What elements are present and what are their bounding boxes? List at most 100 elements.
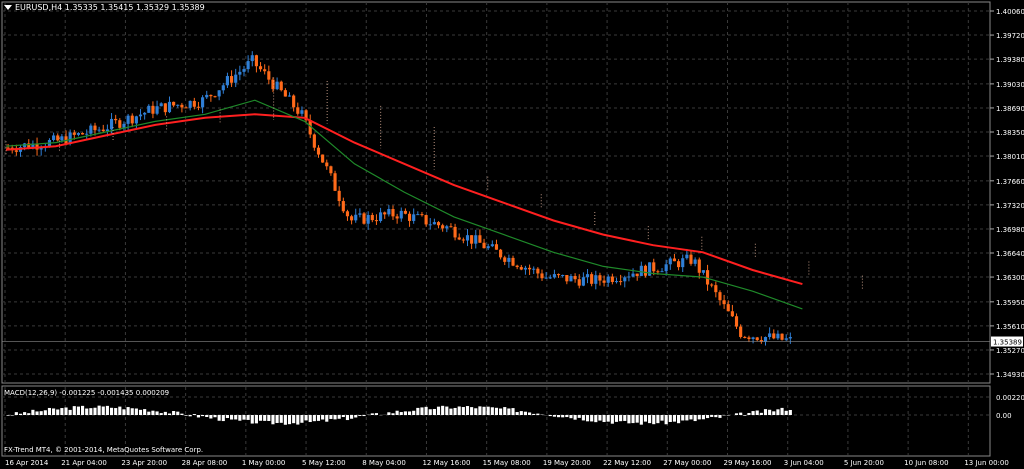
candle-body (76, 133, 81, 135)
candle-body (209, 94, 213, 97)
candle-body (300, 110, 304, 114)
macd-bar (788, 409, 792, 415)
macd-bar (784, 410, 788, 415)
time-tick-label: 28 Apr 08:00 (181, 459, 228, 467)
candle-body (329, 166, 333, 174)
candle-body (176, 104, 180, 106)
macd-bar (606, 415, 610, 422)
macd-bar (436, 406, 441, 415)
macd-bar (72, 406, 76, 415)
price-tick-label: 1.35610 (996, 323, 1024, 331)
candle-body (263, 69, 267, 72)
macd-bar (465, 406, 470, 415)
candle-body (685, 254, 689, 259)
symbol-label: EURUSD,H4 (15, 3, 63, 12)
macd-bar (391, 413, 395, 415)
macd-bar (35, 411, 39, 415)
candle-body (296, 107, 300, 114)
candle-body (412, 214, 416, 221)
macd-bar (23, 412, 27, 415)
candle-body (283, 90, 287, 97)
macd-bar (515, 412, 519, 415)
candle-body (114, 118, 118, 121)
macd-bar (631, 415, 635, 424)
candle-body (56, 135, 60, 141)
candle-body (548, 277, 552, 279)
time-tick-label: 3 Jun 04:00 (783, 459, 824, 467)
macd-tick-label: 0.00 (996, 412, 1012, 420)
time-tick-label: 27 May 00:00 (663, 459, 712, 467)
candle-body (581, 277, 585, 286)
price-tick-label: 1.38350 (996, 129, 1024, 137)
candle-body (138, 114, 143, 117)
candle-body (788, 337, 792, 339)
macd-bar (486, 406, 490, 415)
price-tick-label: 1.39030 (996, 81, 1024, 89)
macd-bar (734, 413, 739, 415)
candle-body (635, 273, 639, 277)
candle-body (254, 55, 258, 67)
candle-body (196, 106, 201, 108)
candle-body (619, 281, 623, 283)
macd-bar (619, 415, 623, 422)
candle-body (395, 216, 399, 219)
candle-body (155, 106, 159, 114)
candle-body (776, 333, 780, 339)
macd-bar (519, 411, 523, 415)
macd-bar (759, 412, 763, 415)
macd-bar (627, 415, 631, 424)
candle-body (461, 239, 465, 241)
macd-bar (93, 407, 97, 415)
price-tick-label: 1.37320 (996, 202, 1024, 210)
macd-bar (27, 413, 31, 415)
candle-body (267, 71, 271, 80)
macd-bar (362, 415, 366, 417)
candle-body (763, 337, 768, 342)
chart-header[interactable]: EURUSD,H4 1.35335 1.35415 1.35329 1.3538… (4, 3, 205, 12)
macd-bar (14, 412, 18, 415)
candle-body (130, 115, 134, 124)
macd-bar (494, 407, 499, 415)
macd-bar (130, 408, 134, 415)
macd-bar (209, 415, 213, 419)
macd-bar (643, 415, 648, 422)
candle-body (258, 66, 263, 70)
macd-bar (499, 408, 503, 415)
macd-bar (445, 406, 449, 415)
dropdown-arrow-icon[interactable] (4, 5, 12, 10)
time-tick-label: 22 May 12:00 (603, 459, 652, 467)
macd-bar (300, 415, 304, 423)
macd-bar (56, 409, 60, 415)
macd-bar (420, 407, 424, 415)
macd-bar (167, 413, 172, 415)
candle-body (672, 258, 677, 262)
macd-bar (648, 415, 652, 424)
macd-bar (188, 415, 192, 417)
macd-bar (424, 406, 428, 415)
macd-bar (490, 407, 494, 415)
candle-body (333, 173, 337, 191)
macd-label: MACD(12,26,9) (4, 389, 58, 397)
price-tick-label: 1.36300 (996, 274, 1024, 282)
current-price-label: 1.35389 (993, 339, 1022, 347)
candle-body (85, 133, 89, 135)
candle-body (536, 268, 540, 274)
macd-bar (47, 407, 52, 415)
macd-bar (163, 411, 167, 415)
price-tick-label: 1.34930 (996, 371, 1024, 379)
candle-body (366, 215, 370, 224)
candle-body (337, 190, 341, 202)
macd-bar (478, 406, 482, 415)
macd-bar (710, 415, 714, 417)
macd-bar (416, 407, 420, 415)
ohlc-values: 1.35335 1.35415 1.35329 1.35389 (64, 3, 205, 12)
candle-body (482, 242, 486, 249)
macd-tick-label: 0.002201 (996, 394, 1024, 402)
candle-body (60, 136, 64, 141)
candle-body (726, 304, 730, 312)
candle-body (350, 216, 354, 221)
candle-body (772, 333, 776, 339)
macd-bar (664, 415, 668, 425)
price-chart[interactable]: 1.40060 1.39720 1.39380 1.39030 1.38690 1.383… (0, 0, 1024, 385)
candle-body (677, 261, 681, 268)
